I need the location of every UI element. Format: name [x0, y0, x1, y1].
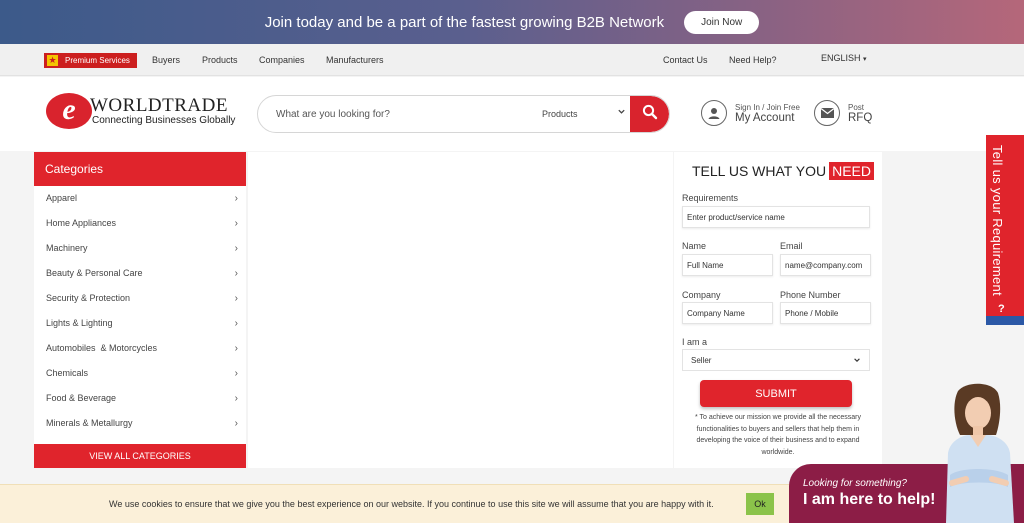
post-rfq-link[interactable]: Post RFQ	[814, 100, 872, 126]
cookie-ok-button[interactable]: Ok	[746, 493, 774, 515]
chevron-right-icon: ›	[234, 293, 238, 304]
join-now-button[interactable]: Join Now	[684, 10, 760, 34]
premium-services-button[interactable]: ★ Premium Services	[44, 53, 137, 68]
nav-link-buyers[interactable]: Buyers	[152, 55, 180, 65]
form-title: TELL US WHAT YOU NEED	[692, 162, 874, 180]
form-note: * To achieve our mission we provide all …	[694, 414, 861, 456]
search-icon	[642, 104, 658, 125]
nav-bar: ★ Premium Services Buyers Products Compa…	[0, 44, 1024, 76]
rfq-small-label: Post	[848, 102, 865, 112]
logo-name: WORLDTRADE	[90, 95, 228, 116]
chevron-right-icon: ›	[234, 368, 238, 379]
nav-link-products[interactable]: Products	[202, 55, 238, 65]
banner-text: Join today and be a part of the fastest …	[264, 13, 665, 31]
nav-link-need-help[interactable]: Need Help?	[729, 55, 777, 65]
category-item[interactable]: Home Appliances ›	[46, 218, 242, 229]
category-item[interactable]: Food & Beverage ›	[46, 393, 242, 404]
category-label: Minerals & Metallurgy	[46, 418, 133, 428]
cookie-text: We use cookies to ensure that we give yo…	[109, 499, 714, 509]
category-label: Automobiles & Motorcycles	[46, 343, 158, 353]
category-label: Beauty & Personal Care	[46, 268, 143, 278]
star-icon: ★	[47, 55, 58, 66]
view-all-categories-button[interactable]: VIEW ALL CATEGORIES	[34, 444, 246, 468]
side-tab-label: Tell us your Requirement	[990, 145, 1005, 296]
nav-link-manufacturers[interactable]: Manufacturers	[326, 55, 384, 65]
category-label: Home Appliances	[46, 218, 117, 228]
chevron-down-icon	[617, 107, 626, 118]
my-account-link[interactable]: Sign In / Join Free My Account	[701, 100, 800, 126]
language-label: ENGLISH	[821, 53, 861, 63]
nav-link-contact-us[interactable]: Contact Us	[663, 55, 708, 65]
account-signin-label: Sign In / Join Free	[735, 102, 800, 112]
category-item[interactable]: Chemicals ›	[46, 368, 242, 379]
nav-link-companies[interactable]: Companies	[259, 55, 305, 65]
worldtrade-logo[interactable]: e WORLDTRADE Connecting Businesses Globa…	[46, 93, 238, 129]
support-agent-illustration	[946, 383, 1014, 523]
chevron-right-icon: ›	[234, 218, 238, 229]
role-select[interactable]: Seller	[682, 349, 870, 371]
form-title-highlight: NEED	[829, 162, 874, 180]
tell-us-requirement-tab[interactable]: Tell us your Requirement ?	[986, 135, 1024, 325]
search-button[interactable]	[630, 96, 669, 132]
company-label: Company	[682, 290, 721, 300]
phone-label: Phone Number	[780, 290, 841, 300]
category-item[interactable]: Automobiles & Motorcycles ›	[46, 343, 242, 354]
logo-tagline: Connecting Businesses Globally	[92, 115, 236, 126]
category-item[interactable]: Apparel ›	[46, 193, 242, 204]
category-label: Chemicals	[46, 368, 89, 378]
site-header: e WORLDTRADE Connecting Businesses Globa…	[0, 77, 1024, 151]
name-input[interactable]	[682, 254, 773, 276]
category-item[interactable]: Minerals & Metallurgy ›	[46, 418, 242, 429]
logo-e-mark: e	[46, 93, 92, 129]
search-input[interactable]	[276, 96, 526, 132]
top-banner: Join today and be a part of the fastest …	[0, 0, 1024, 44]
email-input[interactable]	[780, 254, 871, 276]
premium-label: Premium Services	[65, 56, 130, 65]
categories-title: Categories	[34, 152, 246, 186]
caret-down-icon: ▾	[863, 56, 867, 63]
question-icon: ?	[998, 303, 1005, 315]
name-label: Name	[682, 241, 707, 251]
category-item[interactable]: Machinery ›	[46, 243, 242, 254]
requirements-input[interactable]	[682, 206, 870, 228]
category-label: Machinery	[46, 243, 88, 253]
user-icon	[701, 100, 727, 126]
chevron-right-icon: ›	[234, 343, 238, 354]
phone-input[interactable]	[780, 302, 871, 324]
hero-area	[248, 152, 673, 468]
chevron-right-icon: ›	[234, 318, 238, 329]
requirement-form: TELL US WHAT YOU NEED Requirements Name …	[674, 152, 882, 468]
chevron-down-icon	[853, 356, 861, 364]
help-small-text: Looking for something?	[803, 478, 907, 489]
form-title-text: TELL US WHAT YOU	[692, 163, 827, 179]
category-label: Food & Beverage	[46, 393, 117, 403]
role-label: I am a	[682, 337, 708, 347]
category-item[interactable]: Lights & Lighting ›	[46, 318, 242, 329]
category-item[interactable]: Security & Protection ›	[46, 293, 242, 304]
categories-panel: Categories Apparel › Home Appliances › Mac…	[34, 152, 246, 468]
help-big-text: I am here to help!	[803, 491, 936, 508]
role-value: Seller	[691, 356, 712, 365]
requirements-label: Requirements	[682, 193, 739, 203]
category-label: Apparel	[46, 193, 78, 203]
search-bar: Products	[257, 95, 670, 133]
chevron-right-icon: ›	[234, 193, 238, 204]
category-label: Lights & Lighting	[46, 318, 113, 328]
account-label: My Account	[735, 111, 795, 124]
chevron-right-icon: ›	[234, 418, 238, 429]
language-selector[interactable]: ENGLISH ▾	[821, 53, 867, 63]
chevron-right-icon: ›	[234, 243, 238, 254]
chevron-right-icon: ›	[234, 268, 238, 279]
submit-button[interactable]: SUBMIT	[700, 380, 852, 407]
email-label: Email	[780, 241, 803, 251]
category-item[interactable]: Beauty & Personal Care ›	[46, 268, 242, 279]
search-scope-select[interactable]: Products	[542, 109, 578, 119]
chevron-right-icon: ›	[234, 393, 238, 404]
category-label: Security & Protection	[46, 293, 131, 303]
envelope-icon	[814, 100, 840, 126]
rfq-label: RFQ	[848, 111, 873, 124]
company-input[interactable]	[682, 302, 773, 324]
